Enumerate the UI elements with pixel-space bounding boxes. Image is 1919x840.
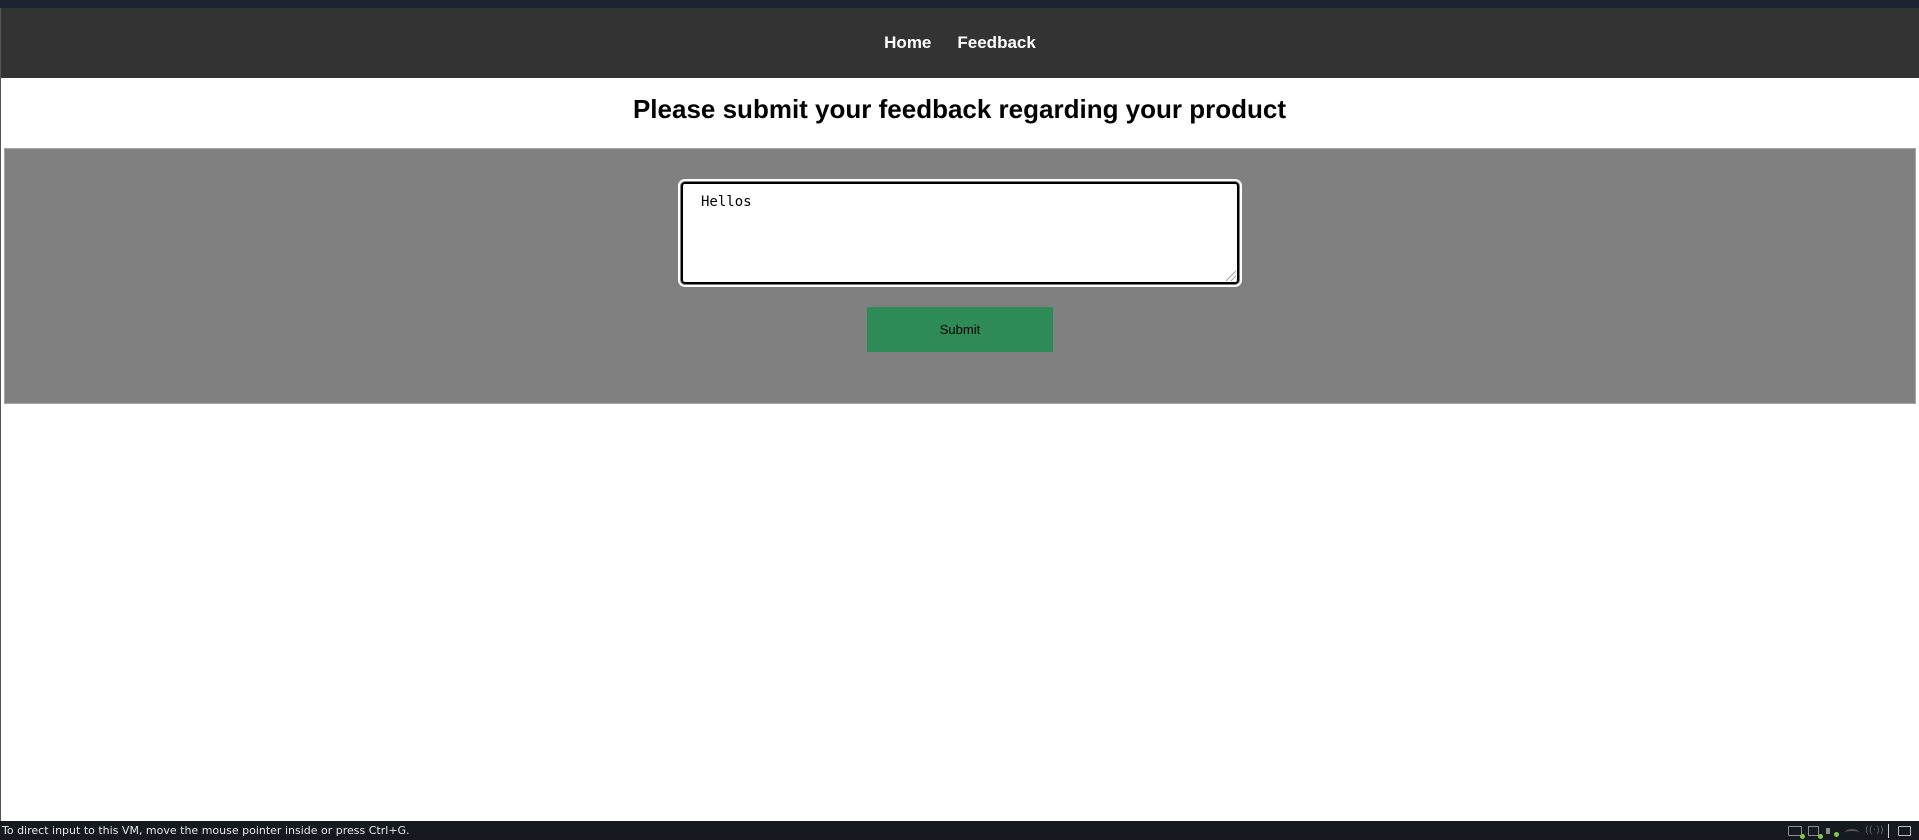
network-adapter-icon[interactable] [1808, 825, 1823, 839]
page-title: Please submit your feedback regarding yo… [632, 94, 1287, 124]
sound-card-icon[interactable] [1825, 825, 1839, 837]
submit-button[interactable]: Submit [867, 307, 1053, 352]
nav-link-feedback[interactable]: Feedback [955, 29, 1037, 57]
tray-divider [1888, 823, 1889, 838]
textarea-resize-handle[interactable] [1226, 271, 1236, 281]
wireless-icon[interactable]: ((·)) [1865, 825, 1884, 837]
feedback-textarea[interactable]: Hellos [678, 179, 1242, 287]
vm-window: Home Feedback Please submit your feedbac… [0, 0, 1919, 840]
navbar: Home Feedback [1, 8, 1919, 78]
device-tray: ((·)) [1788, 823, 1911, 839]
status-message: To direct input to this VM, move the mou… [2, 824, 410, 837]
nav-link-home[interactable]: Home [882, 29, 933, 57]
vm-status-bar: To direct input to this VM, move the mou… [0, 821, 1919, 840]
usb-controller-icon[interactable] [1845, 828, 1859, 837]
hard-disk-icon[interactable] [1788, 825, 1805, 839]
message-icon[interactable] [1898, 825, 1911, 836]
window-left-border [0, 8, 1, 821]
